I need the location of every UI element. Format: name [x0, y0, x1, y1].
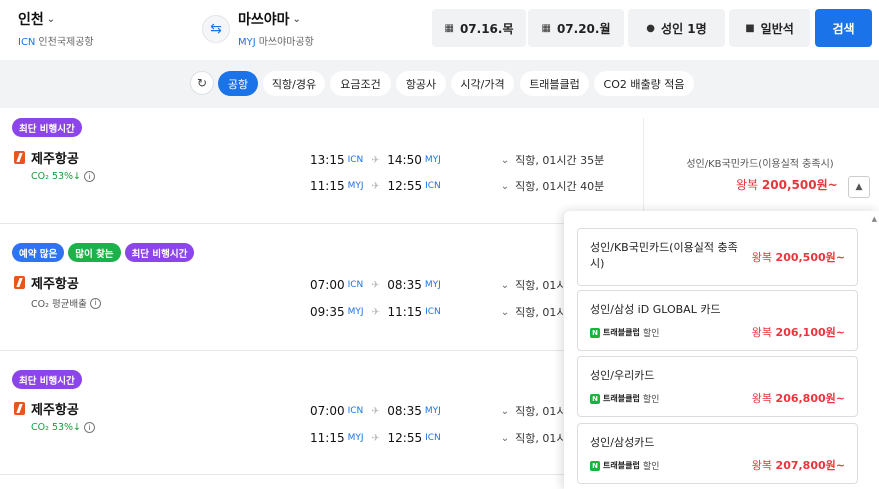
calendar-icon: ▦	[541, 22, 551, 34]
chevron-down-icon[interactable]: ⌄	[501, 280, 509, 291]
travelclub-discount: N 트래블클럽 할인	[590, 392, 659, 405]
badge-most-searched: 많이 찾는	[68, 243, 121, 262]
divider	[643, 118, 644, 214]
naver-n-logo-icon: N	[590, 327, 600, 338]
option-price: 왕복 200,500원~	[751, 251, 845, 264]
travelclub-discount: N 트래블클럽 할인	[590, 459, 659, 472]
origin-name: 인천	[18, 12, 44, 28]
filter-chip-airline[interactable]: 항공사	[396, 71, 446, 96]
info-icon[interactable]: i	[84, 171, 96, 182]
airline: 제주항공	[14, 148, 79, 167]
segment-return: 11:15 MYJ ✈ 12:55 ICN ⌄ 직항, 01시간 40분	[310, 431, 605, 445]
return-date-label: 07.20.월	[556, 21, 611, 36]
price-option[interactable]: 성인/삼성 iD GLOBAL 카드 N 트래블클럽 할인 왕복 206,100…	[577, 290, 858, 351]
info-icon[interactable]: i	[84, 422, 96, 433]
co2-info: CO₂ 53%↓ i	[31, 171, 96, 182]
airline-name: 제주항공	[31, 403, 79, 418]
price-option[interactable]: 성인/우리카드 N 트래블클럽 할인 왕복 206,800원~	[577, 356, 858, 417]
option-card-name: 성인/KB국민카드(이용실적 충족시)	[590, 241, 738, 270]
jeju-air-logo-icon	[14, 151, 25, 164]
plane-icon: ✈	[371, 432, 380, 444]
origin-airport: 인천국제공항	[38, 37, 94, 48]
swap-arrows-icon[interactable]: ⇆	[202, 15, 230, 43]
depart-date-label: 07.16.목	[459, 21, 514, 36]
plane-icon: ✈	[371, 154, 380, 166]
jeju-air-logo-icon	[14, 276, 25, 289]
badge-shortest-time: 최단 비행시간	[12, 118, 82, 137]
scroll-up-arrow-icon[interactable]: ▲	[872, 215, 877, 223]
passengers-label: 성인 1명	[661, 21, 707, 36]
price-option[interactable]: 성인/KB국민카드(이용실적 충족시) 왕복 200,500원~	[577, 228, 858, 286]
option-price: 왕복 207,800원~	[751, 459, 845, 472]
flight-search-page: 인천 ⌄ ICN 인천국제공항 ⇆ 마쓰야마 ⌄ MYJ 마쓰야마공항 ▦ 07.1…	[0, 0, 879, 489]
plane-icon: ✈	[371, 306, 380, 318]
price-card-label: 성인/KB국민카드(이용실적 충족시)	[686, 159, 834, 170]
plane-icon: ✈	[371, 279, 380, 291]
chevron-down-icon[interactable]: ⌄	[501, 181, 509, 192]
option-card-name: 성인/삼성카드	[590, 436, 655, 449]
co2-info: CO₂ 평균배출 i	[31, 296, 101, 310]
origin-code: ICN	[18, 37, 36, 48]
plane-icon: ✈	[371, 405, 380, 417]
badge-popular-booking: 예약 많은	[12, 243, 65, 262]
cabin-label: 일반석	[760, 21, 794, 36]
calendar-icon: ▦	[444, 22, 454, 34]
jeju-air-logo-icon	[14, 402, 25, 415]
filter-chip-travelclub[interactable]: 트래블클럽	[520, 71, 589, 96]
chevron-up-icon[interactable]: ▲	[848, 176, 870, 198]
chevron-down-icon[interactable]: ⌄	[501, 406, 509, 417]
chevron-down-icon[interactable]: ⌄	[501, 307, 509, 318]
airline: 제주항공	[14, 273, 79, 292]
search-button[interactable]: 검색	[815, 9, 872, 47]
price-option[interactable]: 성인/삼성카드 N 트래블클럽 할인 왕복 207,800원~	[577, 423, 858, 484]
destination-airport: 마쓰야마공항	[258, 37, 314, 48]
chevron-down-icon[interactable]: ⌄	[501, 155, 509, 166]
segment-outbound: 13:15 ICN ✈ 14:50 MYJ ⌄ 직항, 01시간 35분	[310, 153, 605, 167]
airline-name: 제주항공	[31, 277, 79, 292]
filter-chip-time-price[interactable]: 시각/가격	[451, 71, 514, 96]
travelclub-discount: N 트래블클럽 할인	[590, 326, 659, 339]
chevron-down-icon: ⌄	[292, 13, 301, 25]
plane-icon: ✈	[371, 180, 380, 192]
passengers-button[interactable]: ● 성인 1명	[628, 9, 725, 47]
person-icon: ●	[646, 22, 656, 34]
filter-chip-fare[interactable]: 요금조건	[330, 71, 391, 96]
depart-date-button[interactable]: ▦ 07.16.목	[432, 9, 526, 47]
option-card-name: 성인/삼성 iD GLOBAL 카드	[590, 303, 721, 316]
option-price: 왕복 206,100원~	[751, 326, 845, 339]
option-price: 왕복 206,800원~	[751, 392, 845, 405]
info-icon[interactable]: i	[89, 297, 101, 309]
origin-selector[interactable]: 인천 ⌄ ICN 인천국제공항	[18, 9, 94, 48]
search-header: 인천 ⌄ ICN 인천국제공항 ⇆ 마쓰야마 ⌄ MYJ 마쓰야마공항 ▦ 07.1…	[0, 0, 879, 60]
chevron-down-icon: ⌄	[46, 13, 56, 25]
destination-name: 마쓰야마	[238, 12, 290, 28]
naver-n-logo-icon: N	[590, 393, 600, 404]
price-options-panel: ▲ 성인/KB국민카드(이용실적 충족시) 왕복 200,500원~ 성인/삼성…	[564, 211, 879, 489]
cabin-button[interactable]: ■ 일반석	[729, 9, 810, 47]
seat-icon: ■	[745, 22, 755, 34]
naver-n-logo-icon: N	[590, 460, 600, 471]
destination-code: MYJ	[238, 37, 256, 48]
price-value: 왕복 200,500원~	[736, 178, 838, 192]
airline: 제주항공	[14, 399, 79, 418]
filter-chip-co2[interactable]: CO2 배출량 적음	[594, 71, 694, 96]
return-date-button[interactable]: ▦ 07.20.월	[528, 9, 624, 47]
segment-return: 11:15 MYJ ✈ 12:55 ICN ⌄ 직항, 01시간 40분	[310, 179, 605, 193]
option-card-name: 성인/우리카드	[590, 369, 655, 382]
badge-shortest-time: 최단 비행시간	[124, 243, 195, 262]
co2-info: CO₂ 53%↓ i	[31, 422, 96, 433]
segment-outbound: 07:00 ICN ✈ 08:35 MYJ ⌄ 직항, 01시간 35분	[310, 278, 605, 292]
destination-selector[interactable]: 마쓰야마 ⌄ MYJ 마쓰야마공항	[238, 9, 314, 48]
airline-name: 제주항공	[31, 152, 79, 167]
filter-chip-airport[interactable]: 공항	[218, 71, 258, 96]
filter-chip-direct[interactable]: 직항/경유	[263, 71, 325, 96]
segment-return: 09:35 MYJ ✈ 11:15 ICN ⌄ 직항, 01시간 40분	[310, 305, 605, 319]
badge-shortest-time: 최단 비행시간	[12, 370, 82, 389]
segment-outbound: 07:00 ICN ✈ 08:35 MYJ ⌄ 직항, 01시간 35분	[310, 404, 605, 418]
filter-bar: ↻ 공항 직항/경유 요금조건 항공사 시각/가격 트래블클럽 CO2 배출량 …	[0, 60, 879, 108]
chevron-down-icon[interactable]: ⌄	[501, 433, 509, 444]
refresh-icon[interactable]: ↻	[190, 71, 214, 95]
